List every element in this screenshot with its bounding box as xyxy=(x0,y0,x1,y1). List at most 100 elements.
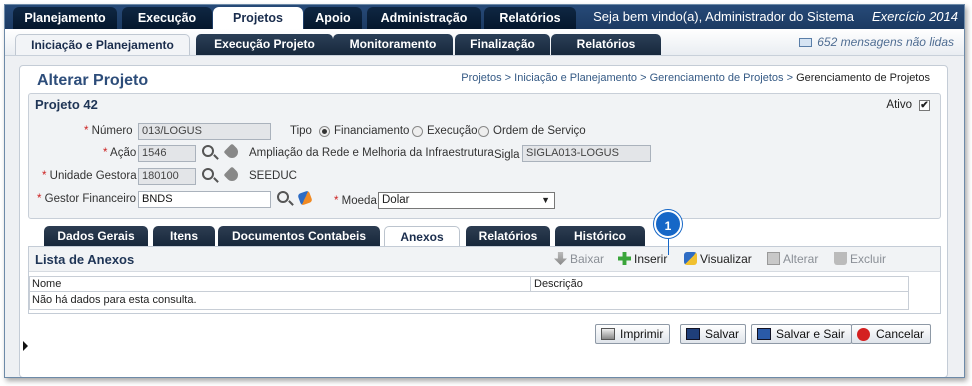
tab-itens[interactable]: Itens xyxy=(153,226,215,246)
breadcrumb-separator: > xyxy=(637,72,650,84)
salvar-sair-label: Salvar e Sair xyxy=(776,327,845,341)
salvar-button[interactable]: Salvar xyxy=(680,324,747,344)
ativo-checkbox[interactable]: ✔ xyxy=(919,100,930,111)
salvar-sair-button[interactable]: Salvar e Sair xyxy=(751,324,852,344)
tipo-radio-execucao[interactable] xyxy=(412,126,423,137)
unidade-field[interactable]: 180100 xyxy=(138,168,196,185)
anexos-panel: Lista de Anexos Baixar Inserir Visualiza… xyxy=(28,246,941,314)
welcome-text: Seja bem vindo(a), Administrador do Sist… xyxy=(593,9,854,24)
baixar-button[interactable]: Baixar xyxy=(554,252,604,266)
sub-tab-iniciacao[interactable]: Iniciação e Planejamento xyxy=(15,34,190,55)
clear-icon[interactable] xyxy=(223,166,241,184)
breadcrumb: Projetos > Iniciação e Planejamento > Ge… xyxy=(461,72,930,84)
excluir-button[interactable]: Excluir xyxy=(834,252,886,266)
tipo-option-ordem-servico: Ordem de Serviço xyxy=(493,125,586,137)
sidebar-toggle-icon[interactable] xyxy=(23,341,28,351)
tab-historico[interactable]: Histórico xyxy=(555,226,645,246)
acao-field[interactable]: 1546 xyxy=(138,145,196,162)
view-icon xyxy=(684,252,697,265)
column-header-nome[interactable]: Nome xyxy=(32,278,61,290)
table-empty-message: Não há dados para esta consulta. xyxy=(32,294,197,306)
breadcrumb-separator: > xyxy=(501,72,515,84)
callout-badge: 1 xyxy=(654,210,682,238)
tipo-radio-ordem-servico[interactable] xyxy=(478,126,489,137)
project-form: Projeto 42 Ativo ✔ * Número 013/LOGUS Ti… xyxy=(28,93,941,219)
tab-anexos[interactable]: Anexos xyxy=(384,226,460,246)
save-exit-icon xyxy=(757,328,771,340)
sub-tab-execucao-projeto[interactable]: Execução Projeto xyxy=(196,34,333,55)
trash-icon xyxy=(834,252,847,265)
top-tab-planejamento[interactable]: Planejamento xyxy=(13,7,117,29)
numero-label: * Número xyxy=(84,125,133,137)
tipo-label: Tipo xyxy=(290,125,312,137)
cancelar-label: Cancelar xyxy=(876,327,925,341)
sub-nav-bar: Iniciação e Planejamento Execução Projet… xyxy=(5,29,964,56)
gestor-label: * Gestor Financeiro xyxy=(37,193,137,205)
breadcrumb-link-projetos[interactable]: Projetos xyxy=(461,72,501,84)
column-divider xyxy=(530,277,531,292)
download-icon xyxy=(554,252,567,265)
top-tab-apoio[interactable]: Apoio xyxy=(304,7,362,29)
unidade-description: SEEDUC xyxy=(249,170,297,182)
messages-link[interactable]: 652 mensagens não lidas xyxy=(799,35,954,49)
breadcrumb-separator: > xyxy=(783,72,797,84)
tab-dados-gerais[interactable]: Dados Gerais xyxy=(44,226,148,246)
column-header-descricao[interactable]: Descrição xyxy=(534,278,583,290)
moeda-selected-value: Dolar xyxy=(382,194,410,206)
moeda-select[interactable]: Dolar ▼ xyxy=(378,192,555,209)
clear-icon[interactable] xyxy=(223,143,241,161)
dropdown-arrow-icon: ▼ xyxy=(541,195,550,205)
search-icon[interactable] xyxy=(202,168,214,180)
cancelar-button[interactable]: Cancelar xyxy=(851,324,932,344)
lista-title: Lista de Anexos xyxy=(35,252,135,267)
tab-documentos-contabeis[interactable]: Documentos Contabeis xyxy=(218,226,380,246)
acao-label: * Ação xyxy=(103,147,137,159)
tipo-radio-financiamento[interactable] xyxy=(319,126,330,137)
numero-field[interactable]: 013/LOGUS xyxy=(138,123,271,140)
search-icon[interactable] xyxy=(277,191,289,203)
lista-header: Lista de Anexos Baixar Inserir Visualiza… xyxy=(29,247,940,272)
app-window: Planejamento Execução Projetos Apoio Adm… xyxy=(4,4,965,378)
search-icon[interactable] xyxy=(202,145,214,157)
gestor-field[interactable]: BNDS xyxy=(138,191,271,208)
sigla-field[interactable]: SIGLA013-LOGUS xyxy=(522,145,651,162)
callout-pointer xyxy=(668,238,669,255)
exercicio-label[interactable]: Exercício 2014 xyxy=(872,9,958,24)
printer-icon xyxy=(601,328,615,340)
alterar-button[interactable]: Alterar xyxy=(767,252,818,266)
acao-description: Ampliação da Rede e Melhoria da Infraest… xyxy=(249,147,494,159)
inserir-button[interactable]: Inserir xyxy=(618,252,667,266)
top-tab-administracao[interactable]: Administração xyxy=(367,7,481,29)
top-tab-relatorios[interactable]: Relatórios xyxy=(484,7,576,29)
edit-icon xyxy=(767,252,780,265)
sub-tab-relatorios[interactable]: Relatórios xyxy=(551,34,661,55)
page-title: Alterar Projeto xyxy=(37,72,149,89)
sub-tab-monitoramento[interactable]: Monitoramento xyxy=(333,34,453,55)
moeda-label: * Moeda xyxy=(334,195,377,207)
breadcrumb-link-iniciacao[interactable]: Iniciação e Planejamento xyxy=(514,72,637,84)
tab-relatorios[interactable]: Relatórios xyxy=(466,226,550,246)
unidade-label: * Unidade Gestora xyxy=(42,170,137,182)
breadcrumb-current: Gerenciamento de Projetos xyxy=(796,72,930,84)
excluir-label: Excluir xyxy=(850,252,887,266)
visualizar-button[interactable]: Visualizar xyxy=(684,252,752,266)
messages-text: 652 mensagens não lidas xyxy=(817,35,954,49)
project-title: Projeto 42 xyxy=(35,97,98,112)
imprimir-button[interactable]: Imprimir xyxy=(595,324,671,344)
main-content: Alterar Projeto Projetos > Iniciação e P… xyxy=(19,65,948,377)
plus-icon xyxy=(618,252,631,265)
top-nav-bar: Planejamento Execução Projetos Apoio Adm… xyxy=(5,5,964,29)
sub-tab-finalizacao[interactable]: Finalização xyxy=(455,34,550,55)
breadcrumb-link-gerenciamento[interactable]: Gerenciamento de Projetos xyxy=(650,72,784,84)
inserir-label: Inserir xyxy=(634,252,668,266)
anexos-table: Nome Descrição Não há dados para esta co… xyxy=(29,276,909,310)
top-tab-execucao[interactable]: Execução xyxy=(122,7,212,29)
visualizar-label: Visualizar xyxy=(700,252,752,266)
table-header: Nome Descrição xyxy=(30,277,908,292)
save-icon xyxy=(686,328,700,340)
tipo-option-financiamento: Financiamento xyxy=(334,125,410,137)
tipo-option-execucao: Execução xyxy=(427,125,478,137)
top-tab-projetos[interactable]: Projetos xyxy=(213,7,303,29)
imprimir-label: Imprimir xyxy=(620,327,664,341)
eraser-icon[interactable] xyxy=(297,190,313,206)
